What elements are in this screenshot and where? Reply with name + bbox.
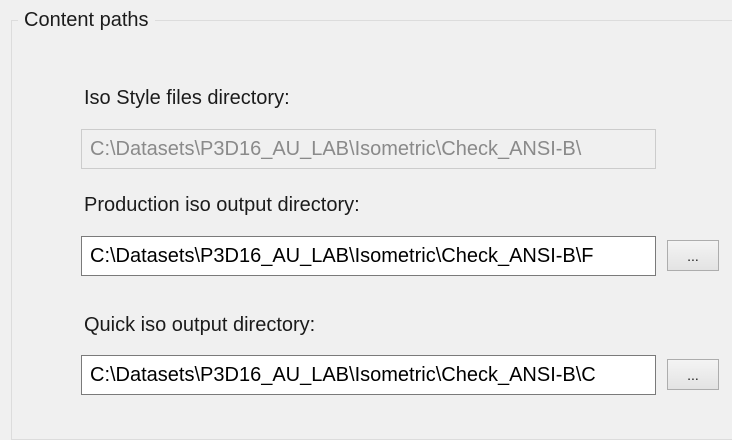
quick-output-label: Quick iso output directory: [84, 314, 316, 336]
iso-style-label: Iso Style files directory: [84, 87, 290, 109]
quick-browse-button[interactable]: ... [667, 359, 719, 390]
production-browse-button[interactable]: ... [667, 240, 719, 271]
groupbox-title: Content paths [18, 8, 155, 32]
production-output-directory-input[interactable] [81, 236, 656, 276]
iso-style-directory-input [81, 129, 656, 169]
production-output-label: Production iso output directory: [84, 194, 360, 216]
quick-output-directory-input[interactable] [81, 355, 656, 395]
